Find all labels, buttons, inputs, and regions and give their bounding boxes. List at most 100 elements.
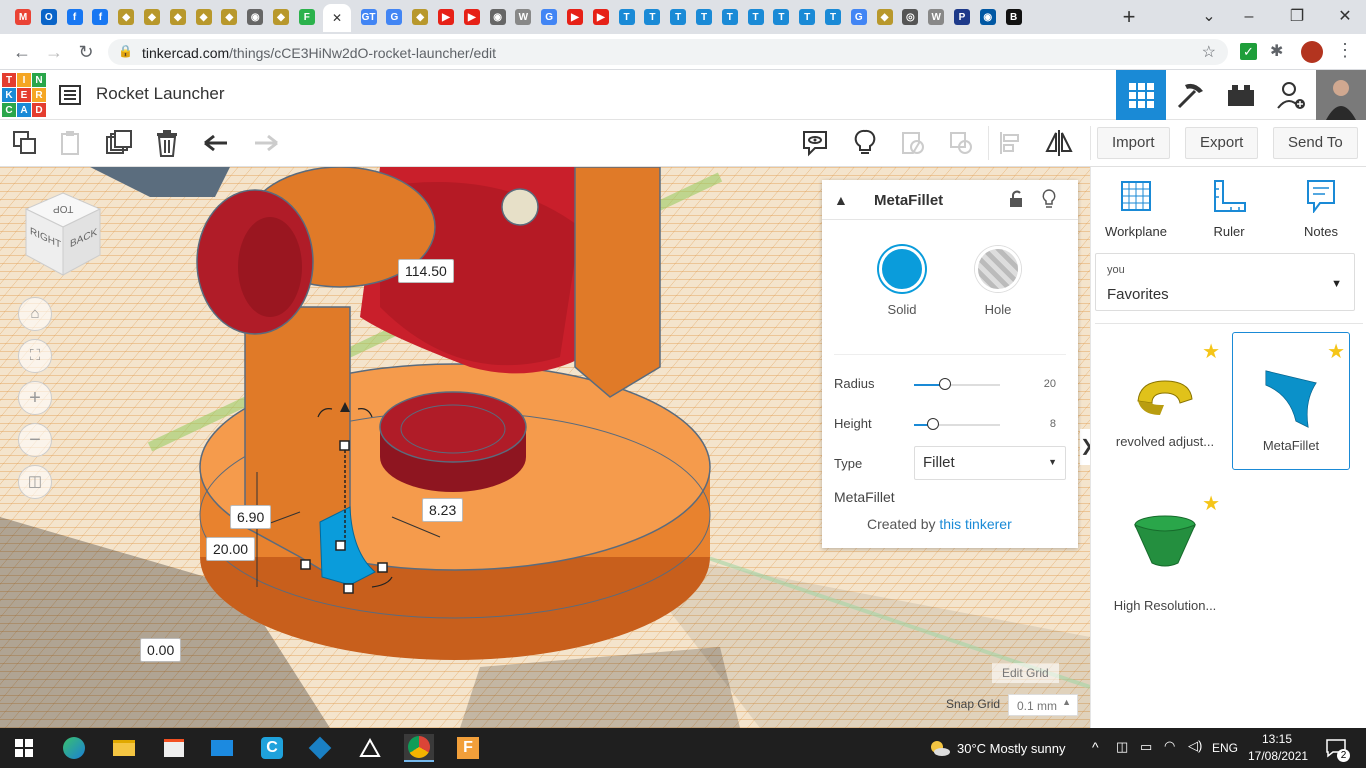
clock-time[interactable]: 13:15: [1262, 732, 1292, 746]
browser-tab[interactable]: f: [89, 6, 111, 28]
type-select[interactable]: Fillet ▼: [914, 446, 1066, 480]
shape-card-metafillet[interactable]: ★ MetaFillet: [1232, 332, 1350, 470]
comment-icon[interactable]: [800, 128, 830, 158]
browser-tab[interactable]: W: [512, 6, 534, 28]
browser-tab[interactable]: F: [296, 6, 318, 28]
redo-icon[interactable]: [250, 128, 280, 158]
battery-icon[interactable]: ▭: [1140, 739, 1152, 755]
chrome-taskbar-icon[interactable]: [404, 734, 434, 762]
minimize-icon[interactable]: –: [1234, 4, 1264, 30]
browser-tab[interactable]: ◎: [899, 6, 921, 28]
close-window-icon[interactable]: ✕: [1330, 4, 1360, 30]
browser-menu-icon[interactable]: ⋮: [1336, 40, 1354, 61]
device-icon[interactable]: ◫: [1116, 739, 1128, 755]
back-icon[interactable]: ←: [10, 40, 34, 64]
shape-library-select[interactable]: you Favorites ▼: [1095, 253, 1355, 311]
resize-handle[interactable]: [343, 583, 354, 594]
align-icon[interactable]: [996, 128, 1026, 158]
resize-handle[interactable]: [300, 559, 311, 570]
windows-start-icon[interactable]: [10, 734, 38, 762]
browser-tab[interactable]: ◆: [409, 6, 431, 28]
browser-tab[interactable]: ▶: [564, 6, 586, 28]
browser-tab[interactable]: T: [719, 6, 741, 28]
url-input[interactable]: 🔒 tinkercad.com/things/cCE3HiNw2dO-rocke…: [108, 39, 1228, 65]
right-upright[interactable]: [574, 167, 661, 398]
browser-tab[interactable]: ◆: [115, 6, 137, 28]
snap-grid-select[interactable]: 0.1 mm ▲: [1008, 694, 1078, 716]
browser-tab[interactable]: T: [822, 6, 844, 28]
bookmark-star-icon[interactable]: ☆: [1202, 42, 1216, 62]
browser-tab[interactable]: ◆: [218, 6, 240, 28]
tinkercad-logo[interactable]: TIN KER CAD: [2, 73, 46, 117]
browser-tab[interactable]: M: [12, 6, 34, 28]
delete-icon[interactable]: [152, 128, 182, 158]
browser-tab[interactable]: W: [925, 6, 947, 28]
browser-tab[interactable]: ◆: [270, 6, 292, 28]
bricks-button[interactable]: [1216, 70, 1266, 120]
browser-tab[interactable]: T: [667, 6, 689, 28]
zoom-in-icon[interactable]: +: [18, 381, 52, 415]
fusion-app-icon[interactable]: F: [454, 734, 482, 762]
file-explorer-icon[interactable]: [110, 734, 138, 762]
group-icon[interactable]: [898, 128, 928, 158]
store-icon[interactable]: [160, 734, 188, 762]
collapse-caret-icon[interactable]: ▲: [834, 192, 848, 208]
browser-tab[interactable]: T: [745, 6, 767, 28]
dim-label-height[interactable]: 114.50: [398, 259, 454, 283]
param-value-height[interactable]: 8: [1050, 418, 1056, 430]
dim-label-width[interactable]: 8.23: [422, 498, 464, 522]
ungroup-icon[interactable]: [946, 128, 976, 158]
reload-icon[interactable]: ↻: [74, 40, 98, 64]
view-cube[interactable]: TOP RIGHT BACK: [22, 189, 104, 284]
home-view-icon[interactable]: ⌂: [18, 297, 52, 331]
browser-tab[interactable]: ◆: [193, 6, 215, 28]
paste-icon[interactable]: [56, 128, 86, 158]
extensions-puzzle-icon[interactable]: ✱: [1270, 41, 1283, 61]
resize-handle[interactable]: [335, 540, 346, 551]
blocks-button[interactable]: [1166, 70, 1216, 120]
clock-date[interactable]: 17/08/2021: [1248, 749, 1308, 763]
design-list-icon[interactable]: [58, 83, 82, 112]
browser-tab[interactable]: ◉: [244, 6, 266, 28]
hole-option[interactable]: Hole: [968, 246, 1028, 317]
diamond-app-icon[interactable]: [306, 734, 334, 762]
param-value-radius[interactable]: 20: [1044, 378, 1056, 390]
invite-user-button[interactable]: [1266, 70, 1316, 120]
ruler-tool[interactable]: Ruler: [1189, 179, 1269, 239]
browser-tab[interactable]: G: [538, 6, 560, 28]
creator-link[interactable]: this tinkerer: [939, 516, 1011, 532]
edit-grid-button[interactable]: Edit Grid: [992, 663, 1059, 683]
user-avatar[interactable]: [1316, 70, 1366, 120]
favorite-star-icon[interactable]: ★: [1327, 339, 1345, 364]
undo-icon[interactable]: [202, 128, 232, 158]
shape-card-high-resolution[interactable]: ★ High Resolution...: [1106, 485, 1224, 623]
browser-tab[interactable]: B: [1003, 6, 1025, 28]
browser-tab[interactable]: G: [848, 6, 870, 28]
edge-icon[interactable]: [60, 734, 88, 762]
export-button[interactable]: Export: [1185, 127, 1259, 159]
browser-tab[interactable]: G: [383, 6, 405, 28]
browser-tab[interactable]: T: [770, 6, 792, 28]
browser-tab[interactable]: ◆: [874, 6, 896, 28]
dim-label-offset[interactable]: 6.90: [230, 505, 272, 529]
resize-handle[interactable]: [377, 562, 388, 573]
language-indicator[interactable]: ENG: [1212, 741, 1238, 755]
browser-tab[interactable]: ▶: [461, 6, 483, 28]
mirror-icon[interactable]: [1044, 128, 1074, 158]
browser-tab[interactable]: ◉: [487, 6, 509, 28]
extension-check-icon[interactable]: ✓: [1240, 43, 1257, 60]
hole-swatch[interactable]: [975, 246, 1021, 292]
bolt-cap[interactable]: [501, 188, 539, 226]
import-button[interactable]: Import: [1097, 127, 1170, 159]
radius-slider[interactable]: [939, 378, 951, 390]
red-cylinder[interactable]: [379, 391, 527, 463]
weather-text[interactable]: 30°C Mostly sunny: [957, 741, 1066, 756]
browser-tab[interactable]: GT: [358, 6, 380, 28]
browser-tab[interactable]: ◉: [977, 6, 999, 28]
design-title[interactable]: Rocket Launcher: [96, 84, 225, 104]
copy-icon[interactable]: [10, 128, 40, 158]
weather-icon[interactable]: [925, 734, 953, 762]
solid-color-swatch[interactable]: [879, 246, 925, 292]
height-slider[interactable]: [927, 418, 939, 430]
browser-tab[interactable]: f: [64, 6, 86, 28]
